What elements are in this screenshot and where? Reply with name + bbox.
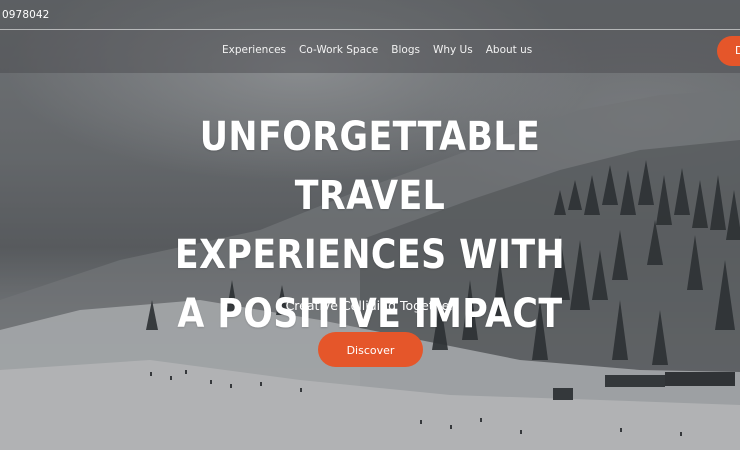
nav-item-about-us[interactable]: About us [486, 44, 533, 56]
nav-item-why-us[interactable]: Why Us [433, 44, 473, 56]
main-nav: Experiences Co-Work Space Blogs Why Us A… [222, 44, 532, 56]
hero-subtitle: Creative Colliding Together [285, 298, 455, 313]
navigation-bar: Experiences Co-Work Space Blogs Why Us A… [0, 30, 740, 73]
discover-button[interactable]: Discover [318, 332, 423, 367]
hero-title-line-1: Unforgettable Travel [199, 114, 541, 219]
page: 0978042 Experiences Co-Work Space Blogs … [0, 0, 740, 450]
nav-item-experiences[interactable]: Experiences [222, 44, 286, 56]
nav-item-co-work-space[interactable]: Co-Work Space [299, 44, 378, 56]
top-bar: 0978042 [0, 0, 740, 30]
hero-title-line-2: Experiences with [174, 232, 566, 278]
phone-number[interactable]: 0978042 [2, 9, 49, 21]
header-cta-button[interactable]: D [717, 36, 740, 66]
nav-item-blogs[interactable]: Blogs [391, 44, 420, 56]
